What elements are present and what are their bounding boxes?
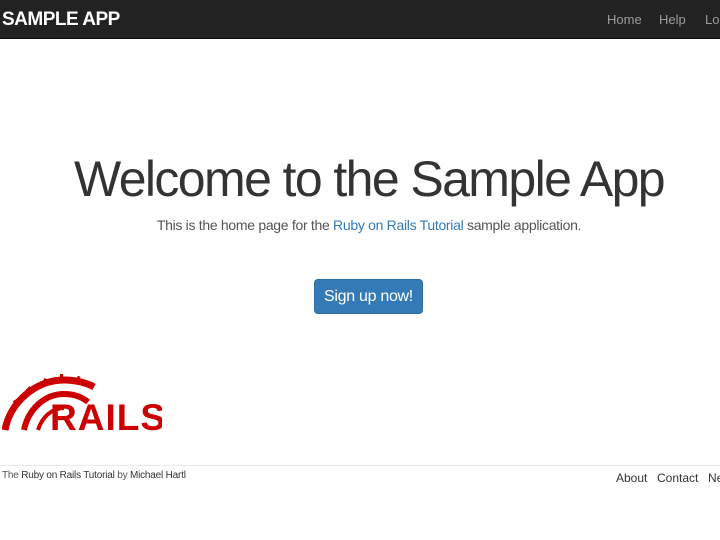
footer-news-link[interactable]: News	[708, 471, 720, 485]
footer-contact-link[interactable]: Contact	[657, 471, 698, 485]
nav-home-link[interactable]: Home	[607, 12, 642, 27]
subtitle-text-after: sample application.	[463, 217, 582, 233]
page-title: Welcome to the Sample App	[74, 151, 666, 207]
footer-divider	[0, 465, 720, 466]
rails-logo-text: RAILS	[50, 397, 162, 434]
rails-logo-icon: RAILS	[1, 374, 165, 438]
footer-tutorial-link[interactable]: Ruby on Rails Tutorial	[21, 470, 115, 481]
page-subtitle: This is the home page for the Ruby on Ra…	[0, 217, 720, 233]
footer-author-link[interactable]: Michael Hartl	[130, 470, 186, 481]
tutorial-link[interactable]: Ruby on Rails Tutorial	[333, 217, 464, 233]
footer-text-before: The	[2, 470, 22, 481]
subtitle-text-before: This is the home page for the	[156, 217, 334, 233]
brand-logo-link[interactable]: SAMPLE APP	[2, 9, 120, 31]
footer-credit: The Ruby on Rails Tutorial by Michael Ha…	[2, 470, 186, 481]
navbar: SAMPLE APP Home Help Log in	[0, 0, 720, 39]
rails-logo-link[interactable]: RAILS	[1, 372, 165, 438]
footer-text-mid: by	[114, 470, 130, 481]
footer-about-link[interactable]: About	[616, 471, 647, 485]
signup-button[interactable]: Sign up now!	[314, 279, 423, 314]
nav-help-link[interactable]: Help	[659, 12, 686, 27]
nav-login-link[interactable]: Log in	[705, 12, 720, 27]
